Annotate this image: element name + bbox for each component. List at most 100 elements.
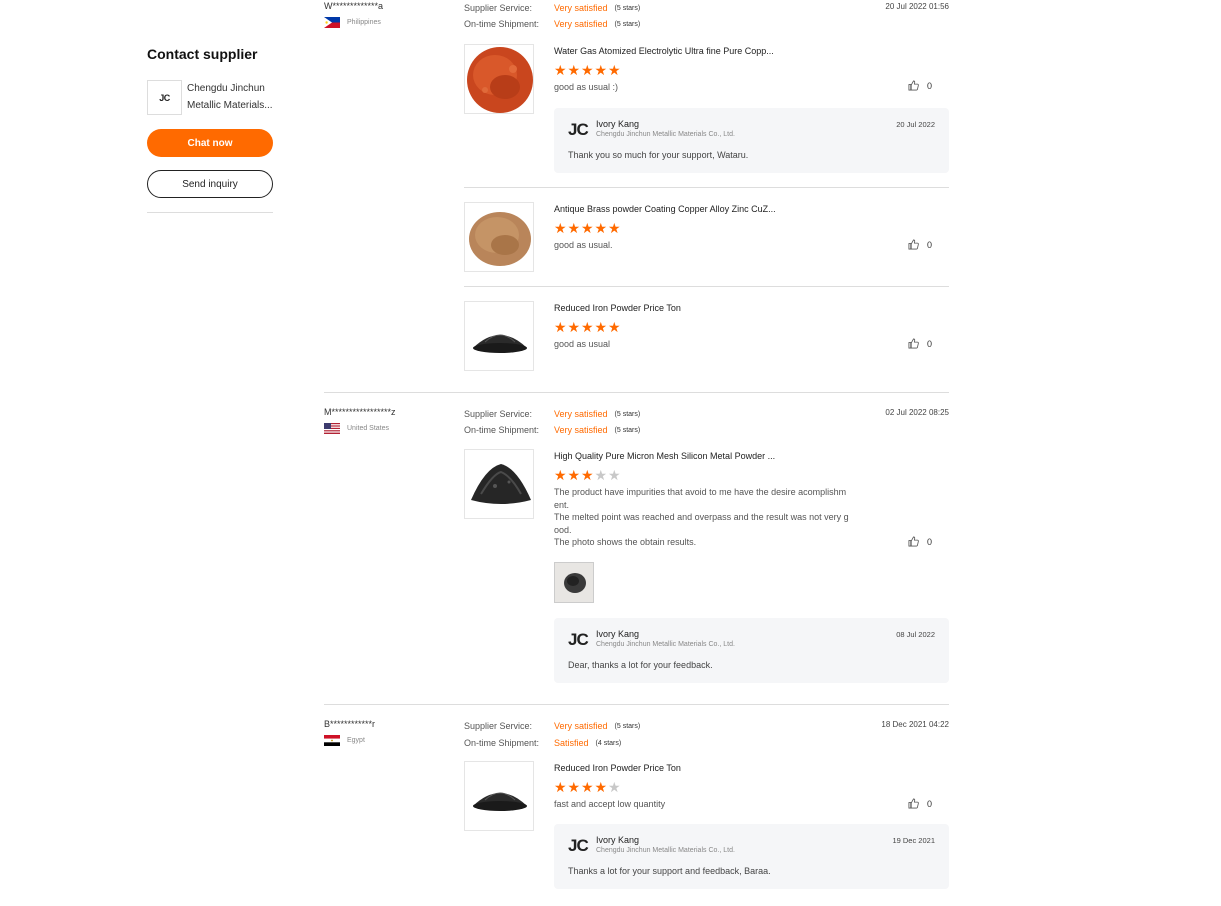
- star-filled-icon: ★: [554, 779, 567, 795]
- product-title[interactable]: Reduced Iron Powder Price Ton: [554, 301, 874, 315]
- reply-author: Ivory Kang: [596, 629, 640, 639]
- review-product: Reduced Iron Powder Price Ton ★ ★ ★ ★ ★ fast…: [464, 761, 949, 891]
- star-filled-icon: ★: [594, 779, 608, 795]
- chat-now-button[interactable]: Chat now: [147, 129, 273, 157]
- star-filled-icon: ★: [581, 319, 594, 335]
- product-thumbnail[interactable]: [464, 301, 534, 371]
- supplier-card[interactable]: JC Chengdu Jinchun Metallic Materials...: [147, 80, 273, 115]
- review-product: Water Gas Atomized Electrolytic Ultra fi…: [464, 44, 949, 188]
- like-count: 0: [926, 80, 932, 91]
- review-comment: The product have impurities that avoid t…: [554, 486, 872, 549]
- star-filled-icon: ★: [608, 62, 621, 78]
- comment-line: ent.: [554, 499, 570, 510]
- rating-stars-count: (5 stars): [614, 20, 641, 28]
- egypt-flag-icon: [324, 735, 340, 746]
- star-empty-icon: ★: [608, 779, 621, 795]
- supplier-logo[interactable]: JC: [147, 80, 182, 115]
- like-count: 0: [926, 798, 932, 809]
- product-title[interactable]: High Quality Pure Micron Mesh Silicon Me…: [554, 449, 874, 463]
- supplier-reply: JC Ivory Kang Chengdu Jinchun Metallic M…: [554, 824, 949, 889]
- supplier-logo-text: JC: [159, 92, 170, 103]
- rating-label: Supplier Service:: [464, 721, 533, 731]
- product-title[interactable]: Water Gas Atomized Electrolytic Ultra fi…: [554, 44, 874, 58]
- divider: [324, 392, 949, 393]
- star-filled-icon: ★: [554, 62, 567, 78]
- like-button[interactable]: 0: [908, 338, 932, 349]
- reply-company: Chengdu Jinchun Metallic Materials Co., …: [596, 847, 735, 854]
- supplier-name[interactable]: Chengdu Jinchun Metallic Materials...: [187, 80, 273, 114]
- send-inquiry-button[interactable]: Send inquiry: [147, 170, 273, 198]
- product-thumbnail[interactable]: [464, 449, 534, 519]
- rating-label: Supplier Service:: [464, 3, 533, 13]
- comment-line: ood.: [554, 524, 572, 535]
- reply-logo: JC: [568, 630, 589, 649]
- star-filled-icon: ★: [581, 62, 594, 78]
- star-empty-icon: ★: [608, 467, 621, 483]
- thumbs-up-icon: [908, 80, 919, 91]
- star-filled-icon: ★: [554, 467, 567, 483]
- reply-author: Ivory Kang: [596, 119, 640, 129]
- divider: [147, 212, 273, 213]
- product-title[interactable]: Antique Brass powder Coating Copper Allo…: [554, 202, 874, 216]
- star-filled-icon: ★: [554, 319, 567, 335]
- product-thumbnail[interactable]: [464, 44, 534, 114]
- country-name: Egypt: [347, 737, 365, 744]
- country-name: United States: [347, 425, 390, 432]
- shipment-rating: On-time Shipment: Satisfied (4 stars): [464, 735, 640, 751]
- rating-value: Very satisfied: [554, 409, 608, 419]
- rating-stars-count: (4 stars): [595, 739, 622, 747]
- rating-label: Supplier Service:: [464, 409, 533, 419]
- review-attachment-image[interactable]: [554, 562, 594, 603]
- ratings: Supplier Service: Very satisfied (5 star…: [464, 0, 640, 32]
- like-count: 0: [926, 338, 932, 349]
- like-count: 0: [926, 536, 932, 547]
- review-item: W*************a Philippines Supplier Ser…: [324, 0, 949, 392]
- review-date: 20 Jul 2022 01:56: [885, 2, 949, 11]
- shipment-rating: On-time Shipment: Very satisfied (5 star…: [464, 422, 640, 438]
- comment-line: The product have impurities that avoid t…: [554, 487, 847, 497]
- reply-company: Chengdu Jinchun Metallic Materials Co., …: [596, 641, 735, 648]
- supplier-service-rating: Supplier Service: Very satisfied (5 star…: [464, 406, 640, 422]
- iron-powder-image: [465, 302, 533, 370]
- star-filled-icon: ★: [567, 467, 581, 483]
- reply-text: Dear, thanks a lot for your feedback.: [568, 660, 713, 670]
- like-button[interactable]: 0: [908, 536, 932, 547]
- star-filled-icon: ★: [594, 62, 608, 78]
- rating-stars-count: (5 stars): [614, 410, 641, 418]
- product-title[interactable]: Reduced Iron Powder Price Ton: [554, 761, 874, 775]
- like-button[interactable]: 0: [908, 239, 932, 250]
- star-filled-icon: ★: [581, 467, 594, 483]
- rating-value: Very satisfied: [554, 425, 608, 435]
- divider: [324, 704, 949, 705]
- review-date: 18 Dec 2021 04:22: [881, 720, 949, 729]
- rating-value: Satisfied: [554, 738, 589, 748]
- reply-logo: JC: [568, 120, 589, 139]
- united-states-flag-icon: [324, 423, 340, 434]
- product-thumbnail[interactable]: [464, 761, 534, 831]
- product-info: Water Gas Atomized Electrolytic Ultra fi…: [554, 44, 874, 94]
- star-filled-icon: ★: [608, 220, 621, 236]
- rating-label: On-time Shipment:: [464, 19, 540, 29]
- supplier-service-rating: Supplier Service: Very satisfied (5 star…: [464, 0, 640, 16]
- rating-value: Very satisfied: [554, 19, 608, 29]
- shipment-rating: On-time Shipment: Very satisfied (5 star…: [464, 16, 640, 32]
- silicon-powder-image: [465, 450, 533, 518]
- country-name: Philippines: [347, 19, 381, 26]
- reply-date: 20 Jul 2022: [896, 120, 935, 129]
- review-comment: good as usual.: [554, 240, 613, 250]
- attachment-photo: [555, 563, 593, 602]
- rating-stars-count: (5 stars): [614, 722, 641, 730]
- iron-powder-image: [465, 762, 533, 830]
- like-button[interactable]: 0: [908, 80, 932, 91]
- reply-company: Chengdu Jinchun Metallic Materials Co., …: [596, 131, 735, 138]
- product-thumbnail[interactable]: [464, 202, 534, 272]
- contact-supplier-panel: Contact supplier JC Chengdu Jinchun Meta…: [147, 44, 273, 213]
- product-info: Reduced Iron Powder Price Ton ★ ★ ★ ★ ★ fast…: [554, 761, 874, 811]
- product-info: High Quality Pure Micron Mesh Silicon Me…: [554, 449, 874, 549]
- review-product: High Quality Pure Micron Mesh Silicon Me…: [464, 449, 949, 685]
- like-button[interactable]: 0: [908, 798, 932, 809]
- star-filled-icon: ★: [567, 319, 581, 335]
- review-comment: good as usual: [554, 339, 611, 349]
- star-filled-icon: ★: [567, 220, 581, 236]
- buyer-name: W*************a: [324, 1, 384, 11]
